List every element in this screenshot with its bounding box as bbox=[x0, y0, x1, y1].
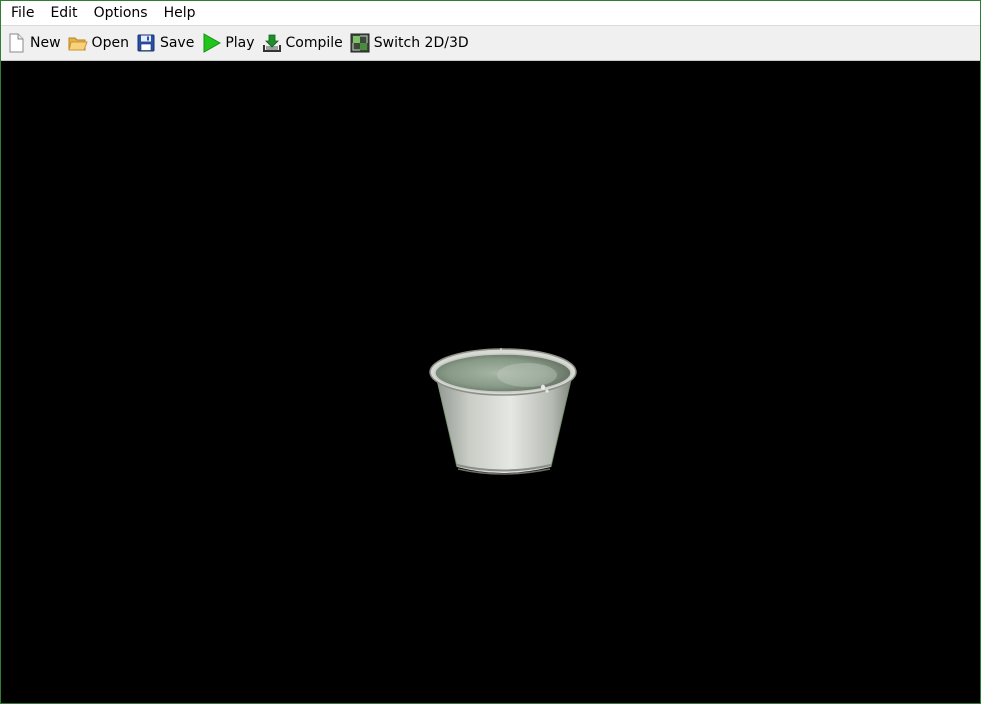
cup-3d-model[interactable] bbox=[427, 345, 577, 480]
new-button[interactable]: New bbox=[5, 29, 65, 57]
open-button[interactable]: Open bbox=[67, 29, 133, 57]
menu-bar: File Edit Options Help bbox=[1, 1, 980, 26]
new-file-icon bbox=[9, 33, 24, 53]
menu-edit[interactable]: Edit bbox=[42, 1, 85, 26]
menu-file[interactable]: File bbox=[3, 1, 42, 26]
play-button-label: Play bbox=[225, 35, 255, 51]
switch-2d-3d-icon bbox=[350, 33, 370, 53]
switch-2d-3d-button-label: Switch 2D/3D bbox=[373, 35, 469, 51]
toolbar: New Open Save Play Compile Switch 2D/3D bbox=[1, 26, 980, 61]
play-button[interactable]: Play bbox=[200, 29, 258, 57]
play-icon bbox=[203, 33, 222, 53]
compile-button[interactable]: Compile bbox=[261, 29, 347, 57]
floppy-disk-icon bbox=[137, 34, 155, 52]
app-window: File Edit Options Help New Open Save Pla… bbox=[0, 0, 981, 704]
compile-button-label: Compile bbox=[285, 35, 343, 51]
new-button-label: New bbox=[30, 35, 61, 51]
folder-open-icon bbox=[67, 37, 88, 51]
3d-viewport[interactable] bbox=[1, 61, 980, 703]
compile-download-icon bbox=[262, 34, 281, 52]
switch-2d-3d-button[interactable]: Switch 2D/3D bbox=[349, 29, 473, 57]
save-button-label: Save bbox=[159, 35, 195, 51]
save-button[interactable]: Save bbox=[135, 29, 198, 57]
menu-help[interactable]: Help bbox=[156, 1, 204, 26]
open-button-label: Open bbox=[91, 35, 129, 51]
menu-options[interactable]: Options bbox=[86, 1, 156, 26]
